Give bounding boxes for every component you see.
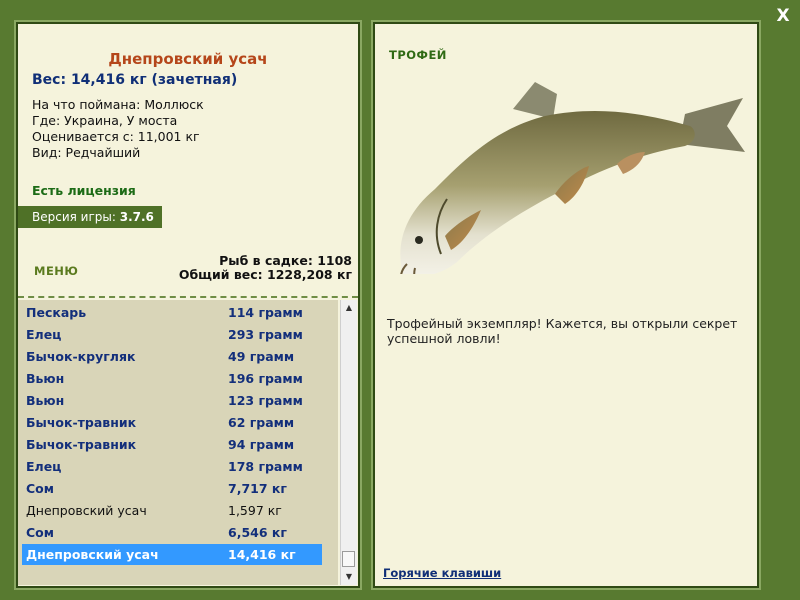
version-badge: Версия игры: 3.7.6 [18, 206, 162, 228]
catch-row[interactable]: Сом 6,546 кг [22, 522, 322, 543]
catch-row[interactable]: Днепровский усач 1,597 кг [22, 500, 322, 521]
fish-title: Днепровский усач [108, 50, 268, 68]
fish-location: Где: Украина, У моста [32, 113, 178, 128]
catch-name: Сом [26, 481, 54, 496]
fish-count: Рыб в садке: 1108 [219, 253, 352, 268]
catch-weight: 293 грамм [228, 327, 303, 342]
license-status: Есть лицензия [32, 183, 136, 198]
catch-weight: 7,717 кг [228, 481, 287, 496]
catch-name: Днепровский усач [26, 503, 147, 518]
catch-row[interactable]: Вьюн 123 грамм [22, 390, 322, 411]
catch-weight: 1,597 кг [228, 503, 282, 518]
version-value: 3.7.6 [119, 210, 154, 224]
catch-name: Сом [26, 525, 54, 540]
catch-weight: 196 грамм [228, 371, 303, 386]
hotkeys-link[interactable]: Горячие клавиши [383, 566, 501, 580]
scroll-thumb[interactable] [342, 551, 355, 567]
catch-row[interactable]: Сом 7,717 кг [22, 478, 322, 499]
catch-weight: 62 грамм [228, 415, 295, 430]
catch-panel: Днепровский усач Вес: 14,416 кг (зачетна… [16, 22, 360, 588]
trophy-description: Трофейный экземпляр! Кажется, вы открыли… [387, 316, 738, 346]
barbel-fish-image [400, 82, 745, 274]
catch-name: Днепровский усач [26, 547, 159, 562]
fish-weight: Вес: 14,416 кг (зачетная) [32, 72, 238, 88]
catch-list-scrollbar[interactable]: ▲ ▼ [340, 300, 357, 585]
catch-weight: 94 грамм [228, 437, 295, 452]
catch-weight: 178 грамм [228, 459, 303, 474]
catch-weight: 14,416 кг [228, 547, 296, 562]
catch-row-selected[interactable]: Днепровский усач 14,416 кг [22, 544, 322, 565]
catch-name: Бычок-травник [26, 415, 137, 430]
catch-name: Вьюн [26, 371, 65, 386]
catch-list[interactable]: Пескарь 114 грамм Елец 293 грамм Бычок-кругл… [18, 300, 338, 585]
catch-row[interactable]: Бычок-травник 62 грамм [22, 412, 322, 433]
fish-rarity: Вид: Редчайший [32, 145, 141, 160]
catch-weight: 114 грамм [228, 305, 303, 320]
menu-button[interactable]: МЕНЮ [34, 264, 78, 278]
catch-name: Бычок-кругляк [26, 349, 136, 364]
catch-name: Вьюн [26, 393, 65, 408]
fish-bait: На что поймана: Моллюск [32, 97, 204, 112]
close-icon[interactable]: X [774, 6, 792, 26]
catch-name: Елец [26, 327, 62, 342]
catch-weight: 6,546 кг [228, 525, 287, 540]
trophy-label: ТРОФЕЙ [389, 48, 447, 62]
catch-weight: 123 грамм [228, 393, 303, 408]
scroll-down-icon[interactable]: ▼ [341, 569, 357, 585]
scroll-up-icon[interactable]: ▲ [341, 300, 357, 316]
trophy-panel: ТРОФЕЙ Трофейный экземпляр! Кажется, вы … [373, 22, 759, 588]
version-label: Версия игры: [32, 210, 116, 224]
catch-row[interactable]: Бычок-кругляк 49 грамм [22, 346, 322, 367]
fish-valuation: Оценивается с: 11,001 кг [32, 129, 200, 144]
catch-weight: 49 грамм [228, 349, 295, 364]
catch-row[interactable]: Елец 178 грамм [22, 456, 322, 477]
catch-row[interactable]: Елец 293 грамм [22, 324, 322, 345]
catch-name: Бычок-травник [26, 437, 137, 452]
catch-name: Пескарь [26, 305, 87, 320]
divider [18, 296, 358, 298]
catch-row[interactable]: Пескарь 114 грамм [22, 302, 322, 323]
catch-row[interactable]: Вьюн 196 грамм [22, 368, 322, 389]
total-weight: Общий вес: 1228,208 кг [178, 267, 352, 282]
catch-row[interactable]: Бычок-травник 94 грамм [22, 434, 322, 455]
catch-name: Елец [26, 459, 62, 474]
